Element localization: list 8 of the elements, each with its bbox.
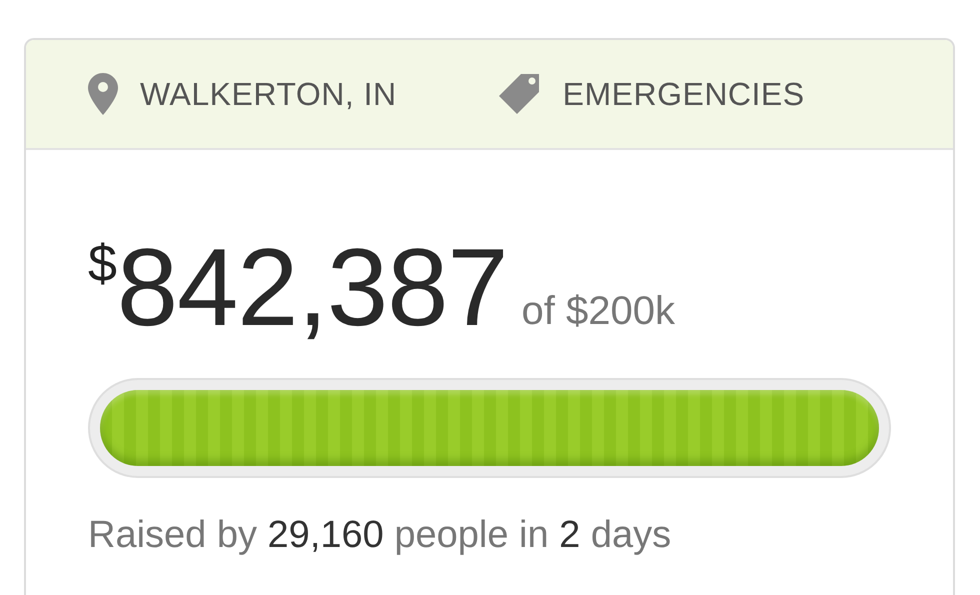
category-label: EMERGENCIES	[562, 76, 805, 112]
tag-icon	[496, 74, 541, 114]
raised-amount: 842,387	[116, 238, 508, 338]
goal-amount: of $200k	[522, 289, 676, 334]
raised-summary: Raised by 29,160 people in 2 days	[88, 514, 672, 557]
location-pin-icon	[88, 73, 118, 115]
currency-symbol: $	[88, 234, 117, 294]
location-label: WALKERTON, IN	[140, 76, 397, 112]
